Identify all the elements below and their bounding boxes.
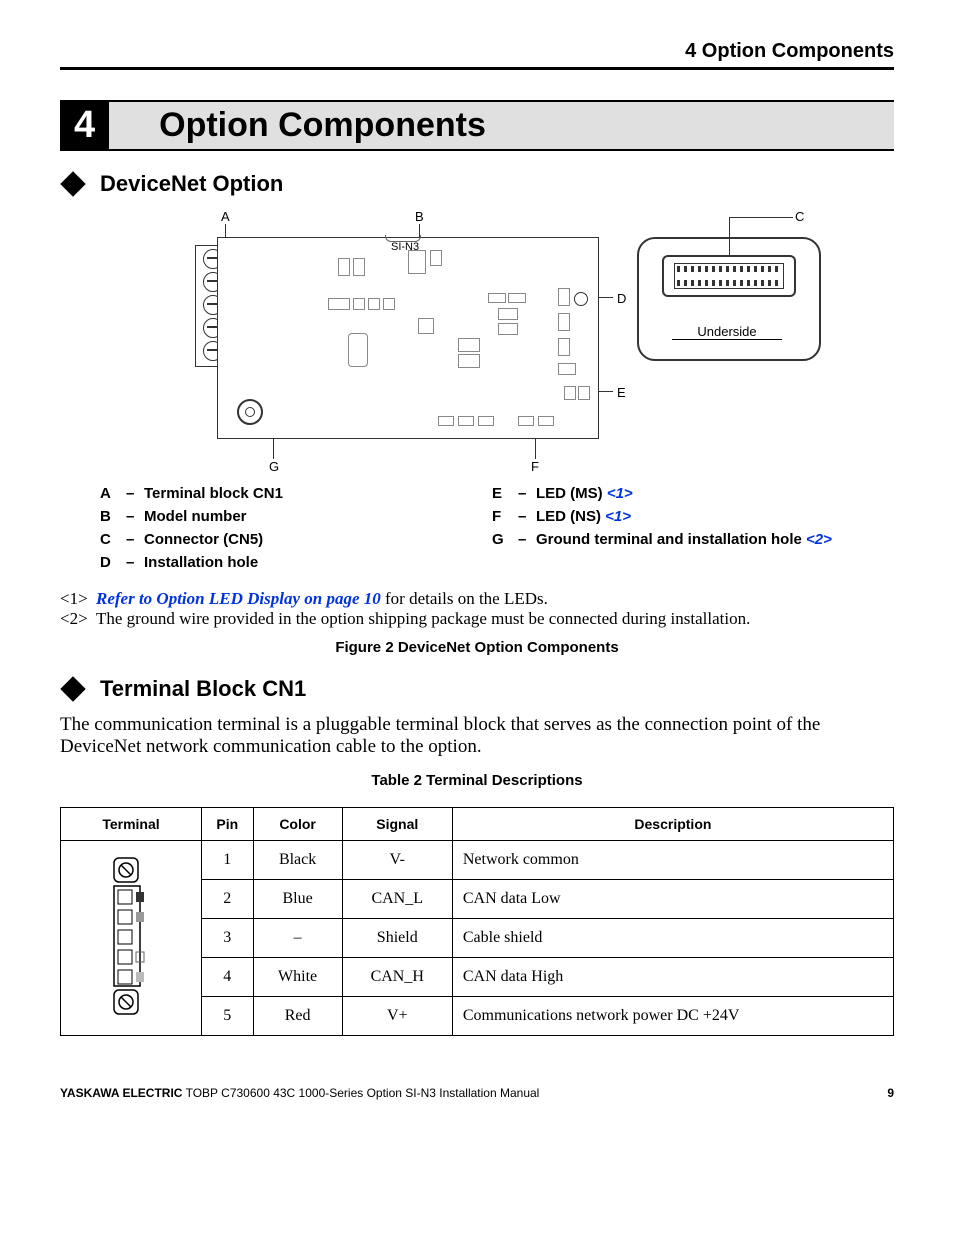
legend-text: Ground terminal and installation hole: [536, 531, 806, 548]
terminal-descriptions-table: Terminal Pin Color Signal Description: [60, 807, 894, 1036]
td-pin: 5: [202, 997, 254, 1036]
legend-text: Terminal block CN1: [144, 485, 283, 502]
legend-text: Installation hole: [144, 554, 258, 571]
td-signal: V-: [342, 841, 452, 880]
td-description: Cable shield: [452, 919, 893, 958]
subheading-text: DeviceNet Option: [100, 171, 283, 197]
footnote-ref: <1>: [605, 508, 631, 525]
td-description: Communications network power DC +24V: [452, 997, 893, 1036]
footnotes: <1> Refer to Option LED Display on page …: [60, 589, 894, 629]
footnote-link[interactable]: Refer to Option LED Display on page 10: [96, 589, 381, 608]
figure-legend: A–Terminal block CN1 B–Model number C–Co…: [100, 485, 854, 577]
ground-hole-icon: [237, 399, 263, 425]
legend-key: C: [100, 531, 126, 548]
footnote-text: The ground wire provided in the option s…: [96, 609, 750, 629]
footnote-tag: <1>: [60, 589, 96, 609]
th-description: Description: [452, 808, 893, 841]
td-signal: V+: [342, 997, 452, 1036]
td-pin: 4: [202, 958, 254, 997]
label-b: B: [415, 209, 424, 224]
th-color: Color: [253, 808, 342, 841]
label-c: C: [795, 209, 804, 224]
table-caption: Table 2 Terminal Descriptions: [60, 772, 894, 789]
footnote-tag: <2>: [60, 609, 96, 629]
legend-key: G: [492, 531, 518, 548]
underside-label: Underside: [672, 324, 782, 340]
running-header: 4 Option Components: [60, 40, 894, 70]
td-signal: CAN_L: [342, 880, 452, 919]
terminal-image-cell: [61, 841, 202, 1036]
legend-text: Connector (CN5): [144, 531, 263, 548]
td-signal: Shield: [342, 919, 452, 958]
footnote-ref: <2>: [806, 531, 832, 548]
td-color: Black: [253, 841, 342, 880]
td-signal: CAN_H: [342, 958, 452, 997]
legend-key: E: [492, 485, 518, 502]
td-color: Red: [253, 997, 342, 1036]
footer-doc: TOBP C730600 43C 1000-Series Option SI-N…: [182, 1086, 539, 1100]
devicenet-diagram: A B C D E F G: [117, 209, 837, 479]
figure-caption: Figure 2 DeviceNet Option Components: [60, 639, 894, 656]
subheading-text: Terminal Block CN1: [100, 676, 306, 702]
legend-key: A: [100, 485, 126, 502]
th-terminal: Terminal: [61, 808, 202, 841]
section-title-bar: 4 Option Components: [60, 100, 894, 151]
legend-text: Model number: [144, 508, 247, 525]
legend-key: D: [100, 554, 126, 571]
label-d: D: [617, 291, 626, 306]
label-e: E: [617, 385, 626, 400]
td-pin: 3: [202, 919, 254, 958]
connector-cn5-icon: [662, 255, 796, 297]
th-pin: Pin: [202, 808, 254, 841]
td-description: Network common: [452, 841, 893, 880]
th-signal: Signal: [342, 808, 452, 841]
section-number: 4: [60, 102, 109, 149]
td-description: CAN data Low: [452, 880, 893, 919]
td-color: –: [253, 919, 342, 958]
label-a: A: [221, 209, 230, 224]
diamond-icon: [60, 171, 85, 196]
td-pin: 1: [202, 841, 254, 880]
legend-key: F: [492, 508, 518, 525]
td-color: White: [253, 958, 342, 997]
td-pin: 2: [202, 880, 254, 919]
subheading-terminal-block: Terminal Block CN1: [60, 676, 894, 702]
td-color: Blue: [253, 880, 342, 919]
page-number: 9: [887, 1086, 894, 1100]
legend-key: B: [100, 508, 126, 525]
legend-text: LED (NS): [536, 508, 605, 525]
footnote-text: for details on the LEDs.: [381, 589, 548, 608]
label-g: G: [269, 459, 279, 474]
footer-brand: YASKAWA ELECTRIC: [60, 1086, 182, 1100]
terminal-block-icon: [106, 856, 156, 1016]
model-number-label: SI-N3: [391, 241, 419, 253]
page-footer: YASKAWA ELECTRIC TOBP C730600 43C 1000-S…: [60, 1086, 894, 1100]
section-title: Option Components: [159, 106, 486, 145]
pcb-outline: [217, 237, 599, 439]
subheading-devicenet: DeviceNet Option: [60, 171, 894, 197]
label-f: F: [531, 459, 539, 474]
legend-text: LED (MS): [536, 485, 607, 502]
paragraph-text: The communication terminal is a pluggabl…: [60, 714, 894, 758]
footnote-ref: <1>: [607, 485, 633, 502]
td-description: CAN data High: [452, 958, 893, 997]
diamond-icon: [60, 676, 85, 701]
